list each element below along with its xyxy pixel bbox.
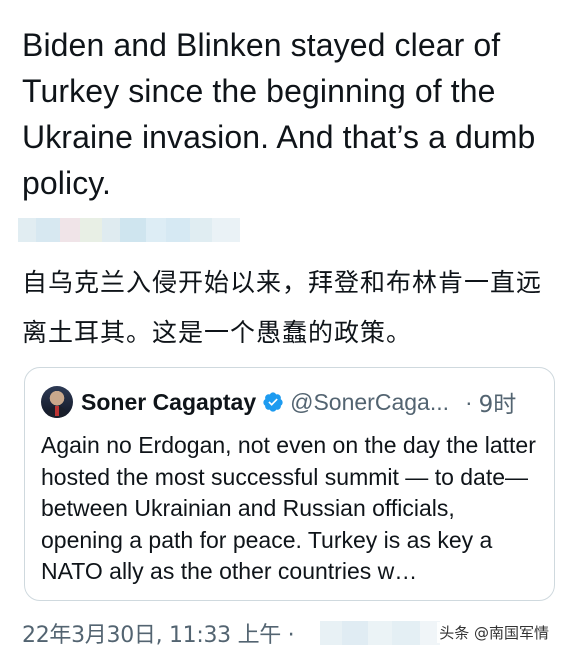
quoted-tweet-header: Soner Cagaptay @SonerCaga... · 9时 bbox=[41, 384, 538, 420]
quoted-author-name[interactable]: Soner Cagaptay bbox=[81, 389, 256, 416]
watermark-label: 头条 @南国军情 bbox=[437, 622, 551, 643]
tweet-translation: 自乌克兰入侵开始以来，拜登和布林肯一直远离土耳其。这是一个愚蠢的政策。 bbox=[22, 268, 543, 347]
header-separator: · bbox=[465, 388, 473, 415]
translate-link-blurred[interactable] bbox=[18, 218, 240, 242]
avatar[interactable] bbox=[41, 386, 73, 418]
quoted-tweet-text: Again no Erdogan, not even on the day th… bbox=[41, 432, 536, 584]
quoted-tweet-card[interactable]: Soner Cagaptay @SonerCaga... · 9时 Again … bbox=[24, 367, 555, 601]
verified-badge-icon bbox=[262, 391, 284, 413]
quoted-timestamp[interactable]: 9时 bbox=[479, 385, 517, 419]
tweet-text: Biden and Blinken stayed clear of Turkey… bbox=[22, 27, 536, 201]
tweet-datetime[interactable]: 22年3月30日, 11:33 上午 · bbox=[22, 617, 295, 649]
source-label-blurred bbox=[320, 621, 450, 645]
tweet-footer: 22年3月30日, 11:33 上午 · bbox=[22, 617, 295, 649]
quoted-author-handle[interactable]: @SonerCaga... bbox=[290, 389, 449, 416]
